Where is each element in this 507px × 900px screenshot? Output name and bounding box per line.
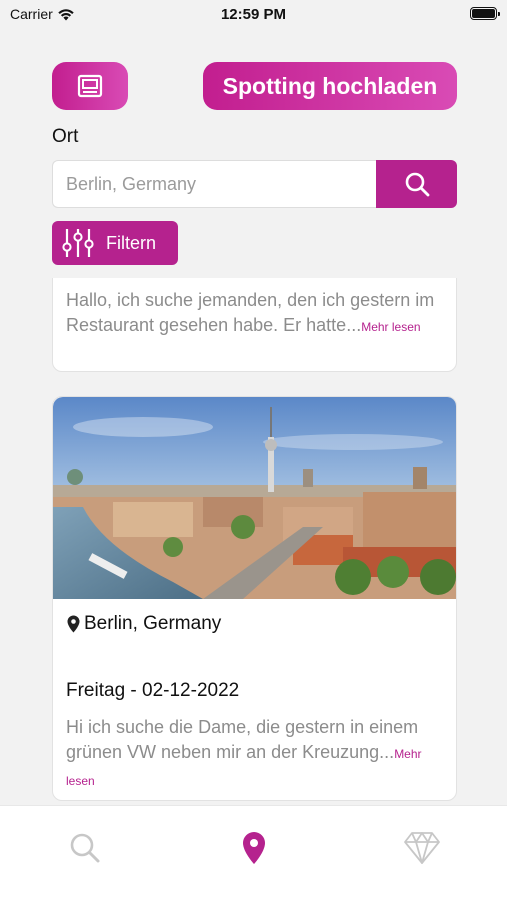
- sliders-icon: [62, 229, 94, 257]
- tab-map[interactable]: [234, 828, 274, 868]
- post-card[interactable]: Berlin, Germany Freitag - 02-12-2022 Hi …: [52, 396, 457, 801]
- upload-spotting-button[interactable]: Spotting hochladen: [203, 62, 457, 110]
- location-label: Ort: [52, 126, 79, 147]
- post-location-text: Berlin, Germany: [84, 613, 222, 634]
- location-pin-icon: [67, 615, 80, 633]
- tab-premium[interactable]: [402, 828, 442, 868]
- post-list[interactable]: Hallo, ich suche jemanden, den ich geste…: [0, 278, 507, 805]
- location-pin-icon: [243, 832, 265, 864]
- location-search-input[interactable]: [52, 160, 376, 208]
- search-icon: [70, 833, 100, 863]
- filter-label: Filtern: [106, 232, 157, 253]
- post-excerpt: Hi ich suche die Dame, die gestern in ei…: [66, 717, 419, 762]
- picture-frame-icon: [77, 74, 103, 98]
- status-bar: Carrier 12:59 PM: [0, 0, 507, 30]
- search-button[interactable]: [376, 160, 457, 208]
- battery-icon: [470, 7, 500, 20]
- tab-bar: [0, 805, 507, 900]
- status-time: 12:59 PM: [220, 6, 287, 23]
- search-icon: [405, 172, 429, 197]
- diamond-icon: [404, 832, 440, 864]
- post-text: Hi ich suche die Dame, die gestern in ei…: [66, 715, 446, 794]
- post-location: Berlin, Germany: [67, 613, 221, 635]
- tab-search[interactable]: [65, 828, 105, 868]
- post-text: Hallo, ich suche jemanden, den ich geste…: [66, 288, 446, 340]
- filter-button[interactable]: Filtern: [52, 221, 178, 265]
- post-photo: [53, 397, 456, 599]
- post-date: Freitag - 02-12-2022: [66, 680, 240, 701]
- gallery-button[interactable]: [52, 62, 128, 110]
- post-card[interactable]: Hallo, ich suche jemanden, den ich geste…: [52, 278, 457, 372]
- read-more-link[interactable]: Mehr lesen: [361, 320, 420, 334]
